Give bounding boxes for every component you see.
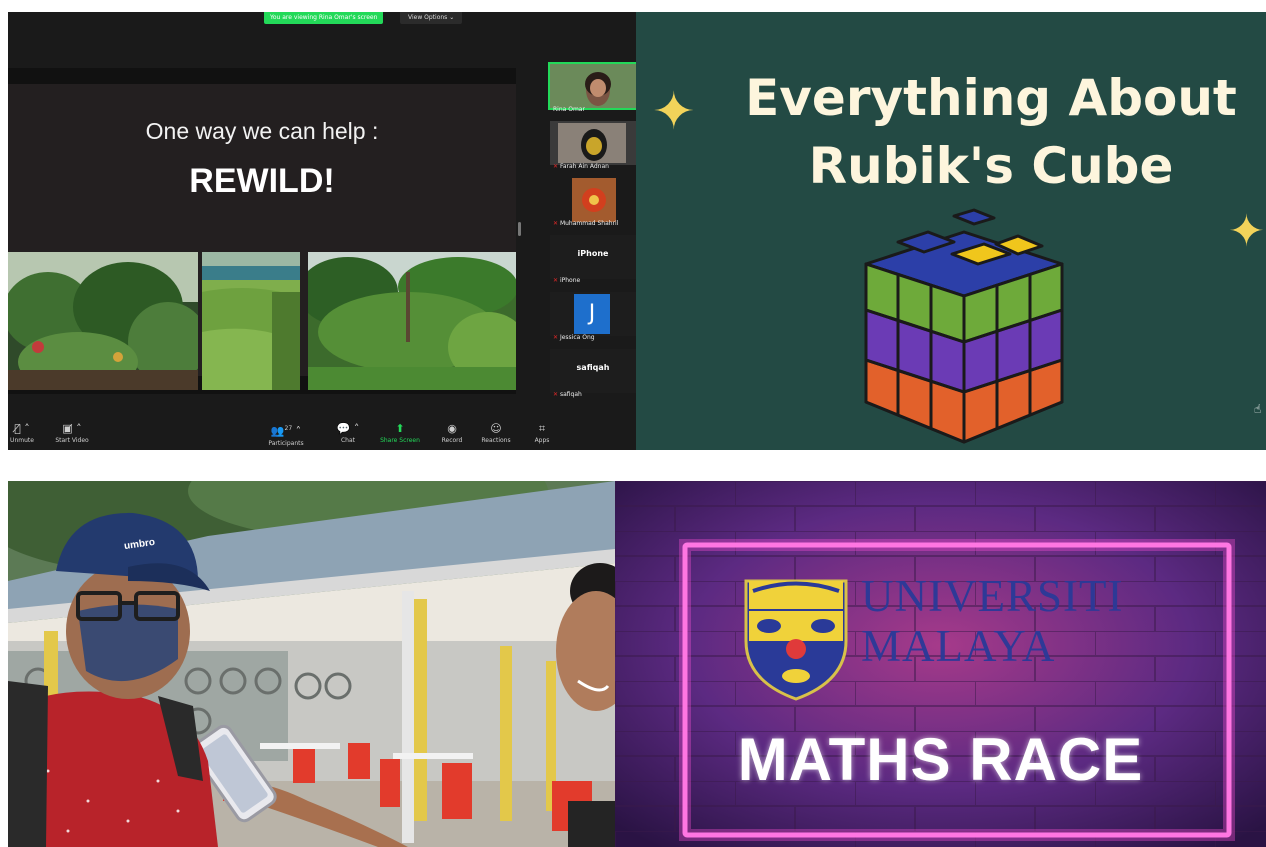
shared-screen: One way we can help : REWILD! <box>8 68 516 394</box>
sparkle-icon: ✦ <box>1228 206 1265 257</box>
zoom-meeting-screenshot: You are viewing Rina Omar's screen View … <box>8 12 636 450</box>
participant-video <box>548 62 636 110</box>
participant-tile[interactable]: ✕ Muhammad Shahril <box>550 178 636 228</box>
garden-photo-2 <box>202 252 300 390</box>
presentation-slide: One way we can help : REWILD! <box>8 84 516 390</box>
view-options-button[interactable]: View Options ⌄ <box>400 12 463 24</box>
unmute-label: Unmute <box>10 437 34 444</box>
participants-icon: 👥27 ˄ <box>270 424 302 438</box>
participant-name: ✕ Farah Ain Adnan <box>553 163 609 170</box>
rubik-title-line2: Rubik's Cube <box>808 137 1174 195</box>
participant-display-name: safiqah <box>576 363 610 372</box>
chat-button[interactable]: 💬 ˄ Chat <box>318 422 378 444</box>
maths-race-title: MATHS RACE <box>737 726 1144 793</box>
participant-gallery: Rina Omar ✕ Farah Ain Adnan ✕ Muhammad S… <box>548 62 636 406</box>
garden-photo-1 <box>8 252 198 390</box>
chat-icon: 💬 ˄ <box>336 422 360 435</box>
participant-video <box>550 178 636 222</box>
participant-name: Rina Omar <box>553 106 585 113</box>
participant-tile[interactable]: Rina Omar <box>548 62 636 114</box>
participant-tile[interactable]: J ✕ Jessica Ong <box>550 292 636 342</box>
rubiks-cube-thumbnail: ✦ ✦ Everything About Rubik's Cube ☝ <box>636 12 1266 450</box>
gallery-scrollbar[interactable] <box>518 222 521 236</box>
start-video-button[interactable]: ▣̸ ˄ Start Video <box>42 422 102 444</box>
participant-video <box>550 121 636 165</box>
slide-title: REWILD! <box>189 162 335 200</box>
participants-button[interactable]: 👥27 ˄ Participants <box>256 422 316 447</box>
maths-race-thumbnail: UNIVERSITI MALAYA MATHS RACE <box>615 481 1266 847</box>
participant-tile[interactable]: safiqah ✕ safiqah <box>550 349 636 399</box>
record-label: Record <box>441 437 463 444</box>
start-video-label: Start Video <box>55 437 89 444</box>
participants-label: Participants <box>268 439 304 447</box>
share-screen-icon: ⬆ <box>395 422 405 435</box>
rubik-title-line1: Everything About <box>745 69 1237 127</box>
university-crest-logo <box>744 579 848 701</box>
participant-avatar: J <box>574 294 610 334</box>
participant-display-name: iPhone <box>577 249 609 258</box>
video-off-icon: ▣̸ ˄ <box>62 422 82 435</box>
share-screen-label: Share Screen <box>380 437 420 444</box>
apps-label: Apps <box>534 437 550 444</box>
share-screen-button[interactable]: ⬆ Share Screen <box>370 422 430 444</box>
sparkle-icon: ✦ <box>652 82 696 142</box>
participant-tile[interactable]: ✕ Farah Ain Adnan <box>550 121 636 171</box>
meeting-toolbar: 🎙̸ ˄ Unmute ▣̸ ˄ Start Video 👥27 ˄ Particip… <box>8 420 636 450</box>
slide-subtitle: One way we can help : <box>145 118 379 144</box>
interview-photo: umbro <box>8 481 615 847</box>
participant-name: ✕ Muhammad Shahril <box>553 220 619 227</box>
university-name-line2: MALAYA <box>861 621 1056 671</box>
garden-photo-3 <box>308 252 516 390</box>
reactions-label: Reactions <box>481 437 511 444</box>
participant-name: ✕ Jessica Ong <box>553 334 595 341</box>
chat-label: Chat <box>340 437 356 444</box>
rubik-title: Everything About Rubik's Cube <box>726 64 1256 200</box>
viewing-banner: You are viewing Rina Omar's screen <box>264 12 384 24</box>
apps-button[interactable]: ⌗ Apps <box>512 422 572 444</box>
participant-name: ✕ safiqah <box>553 391 582 398</box>
participant-tile[interactable]: iPhone ✕ iPhone <box>550 235 636 285</box>
university-name-line1: UNIVERSITI <box>861 571 1124 621</box>
university-name: UNIVERSITI MALAYA <box>861 571 1123 671</box>
interview-scene <box>8 481 615 847</box>
participant-name: ✕ iPhone <box>553 277 581 284</box>
rubiks-cube-icon <box>864 208 1064 444</box>
view-options-label: View Options <box>408 14 448 21</box>
cursor-icon: ☝ <box>1254 402 1262 416</box>
apps-icon: ⌗ <box>538 422 546 435</box>
participants-count: 27 <box>284 425 293 432</box>
